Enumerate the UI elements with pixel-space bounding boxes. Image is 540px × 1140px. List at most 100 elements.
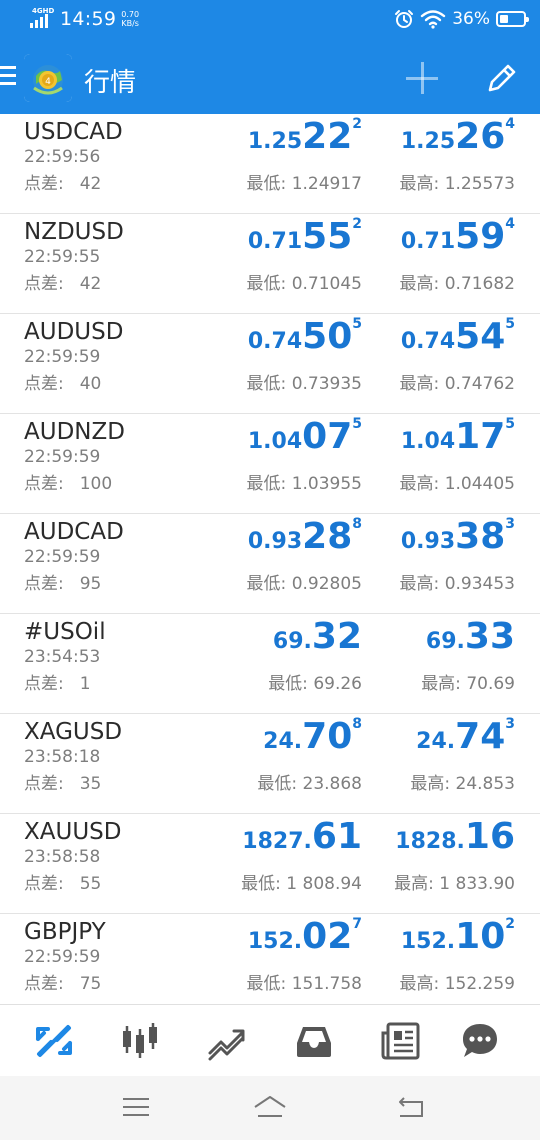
- spread: 点差: 42: [24, 269, 101, 294]
- quote-row[interactable]: XAUUSD 23:58:58 点差: 55 1827.61 1828.16 最低…: [0, 814, 540, 914]
- status-left: 4GHD 14:59 0.70 KB/s: [30, 8, 139, 30]
- low-value: 1.24917: [291, 174, 362, 194]
- low-price: 最低: 0.73935: [247, 369, 362, 394]
- quote-time: 22:59:59: [24, 547, 101, 567]
- spread-value: 42: [79, 174, 102, 194]
- ask-price[interactable]: 0.74545: [401, 316, 515, 357]
- high-price: 最高: 0.71682: [400, 269, 515, 294]
- speed-value: 0.70: [121, 10, 140, 19]
- ask-price[interactable]: 1828.16: [395, 816, 515, 857]
- high-label: 最高:: [421, 674, 461, 694]
- low-price: 最低: 151.758: [247, 969, 362, 994]
- bid-price-big: 32: [311, 616, 362, 657]
- spread: 点差: 1: [24, 669, 91, 694]
- spread-value: 55: [79, 874, 102, 894]
- bid-price-big: 02: [302, 916, 353, 957]
- bid-price[interactable]: 152.027: [248, 916, 362, 957]
- quote-row[interactable]: AUDUSD 22:59:59 点差: 40 0.74505 0.74545 最低…: [0, 314, 540, 414]
- quote-row[interactable]: #USOil 23:54:53 点差: 1 69.32 69.33 最低: 69.…: [0, 614, 540, 714]
- spread-value: 35: [79, 774, 102, 794]
- nav-quotes[interactable]: [34, 1021, 74, 1061]
- high-label: 最高:: [399, 474, 440, 494]
- ask-price[interactable]: 1.04175: [401, 416, 515, 457]
- system-navigation: [0, 1076, 540, 1140]
- bid-price[interactable]: 24.708: [263, 716, 362, 757]
- ask-price-small: 0.74: [400, 329, 456, 354]
- high-value: 70.69: [466, 674, 515, 694]
- bid-price-big: 07: [302, 416, 353, 457]
- nav-charts[interactable]: [120, 1021, 160, 1061]
- home-icon[interactable]: [253, 1094, 287, 1120]
- spread-value: 1: [79, 674, 91, 694]
- ask-price[interactable]: 0.71594: [401, 216, 515, 257]
- page-title: 行情: [84, 68, 137, 98]
- ask-price[interactable]: 69.33: [426, 616, 515, 657]
- nav-news[interactable]: [380, 1021, 420, 1061]
- low-label: 最低:: [246, 174, 287, 194]
- spread: 点差: 100: [24, 469, 112, 494]
- bid-price-small: 1827.: [242, 829, 312, 854]
- high-value: 0.93453: [444, 574, 515, 594]
- nav-chat[interactable]: [460, 1021, 500, 1061]
- quote-row[interactable]: NZDUSD 22:59:55 点差: 42 0.71552 0.71594 最低…: [0, 214, 540, 314]
- ask-price-big: 33: [464, 616, 515, 657]
- network-speed: 0.70 KB/s: [121, 10, 139, 28]
- quote-row[interactable]: AUDNZD 22:59:59 点差: 100 1.04075 1.04175 最…: [0, 414, 540, 514]
- ask-price-big: 16: [464, 816, 515, 857]
- ask-price[interactable]: 152.102: [401, 916, 515, 957]
- ask-price-pip: 3: [505, 516, 515, 532]
- quote-row[interactable]: GBPJPY 22:59:59 点差: 75 152.027 152.102 最低…: [0, 914, 540, 1014]
- low-price: 最低: 23.868: [257, 769, 362, 794]
- ask-price-pip: 4: [505, 116, 515, 132]
- status-time: 14:59: [60, 8, 117, 30]
- bid-price[interactable]: 0.93288: [248, 516, 362, 557]
- bid-price-big: 50: [302, 316, 353, 357]
- bid-price-small: 69.: [272, 629, 312, 654]
- menu-icon[interactable]: [121, 1094, 151, 1120]
- nav-history[interactable]: [294, 1021, 334, 1061]
- quote-row[interactable]: AUDCAD 22:59:59 点差: 95 0.93288 0.93383 最低…: [0, 514, 540, 614]
- low-label: 最低:: [241, 874, 281, 894]
- bid-price-small: 1.04: [247, 429, 303, 454]
- speed-unit: KB/s: [121, 19, 139, 28]
- spread: 点差: 40: [24, 369, 101, 394]
- bottom-navigation: [0, 1004, 540, 1076]
- edit-pencil-icon[interactable]: [484, 60, 520, 96]
- quote-time: 22:59:59: [24, 947, 101, 967]
- ask-price[interactable]: 0.93383: [401, 516, 515, 557]
- bid-price-small: 24.: [263, 729, 303, 754]
- ask-price-pip: 4: [505, 216, 515, 232]
- bid-price[interactable]: 1.25222: [248, 116, 362, 157]
- low-label: 最低:: [246, 974, 287, 994]
- bid-price-pip: 5: [352, 316, 362, 332]
- cellular-signal-icon: 4GHD: [30, 8, 56, 30]
- quote-row[interactable]: XAGUSD 23:58:18 点差: 35 24.708 24.743 最低: …: [0, 714, 540, 814]
- high-label: 最高:: [394, 874, 434, 894]
- back-icon[interactable]: [396, 1094, 426, 1120]
- wifi-icon: [421, 10, 446, 29]
- bid-price[interactable]: 1827.61: [242, 816, 362, 857]
- high-value: 1.04405: [444, 474, 515, 494]
- bid-price[interactable]: 0.74505: [248, 316, 362, 357]
- ask-price-small: 24.: [416, 729, 456, 754]
- ask-price-big: 10: [455, 916, 506, 957]
- quote-row[interactable]: USDCAD 22:59:56 点差: 42 1.25222 1.25264 最低…: [0, 114, 540, 214]
- symbol-name: NZDUSD: [24, 219, 124, 245]
- low-value: 0.92805: [291, 574, 362, 594]
- bid-price-small: 0.71: [247, 229, 303, 254]
- spread: 点差: 35: [24, 769, 101, 794]
- quote-time: 23:58:18: [24, 747, 101, 767]
- add-symbol-button[interactable]: [404, 60, 440, 96]
- bid-price[interactable]: 0.71552: [248, 216, 362, 257]
- ask-price[interactable]: 24.743: [416, 716, 515, 757]
- ask-price[interactable]: 1.25264: [401, 116, 515, 157]
- nav-trade[interactable]: [207, 1021, 247, 1061]
- menu-button[interactable]: [0, 66, 16, 88]
- symbol-name: AUDNZD: [24, 419, 125, 445]
- trade-icon: [208, 1029, 245, 1061]
- symbol-name: XAUUSD: [24, 819, 122, 845]
- bid-price-pip: 2: [352, 216, 362, 232]
- ask-price-big: 26: [455, 116, 506, 157]
- bid-price[interactable]: 1.04075: [248, 416, 362, 457]
- bid-price[interactable]: 69.32: [273, 616, 362, 657]
